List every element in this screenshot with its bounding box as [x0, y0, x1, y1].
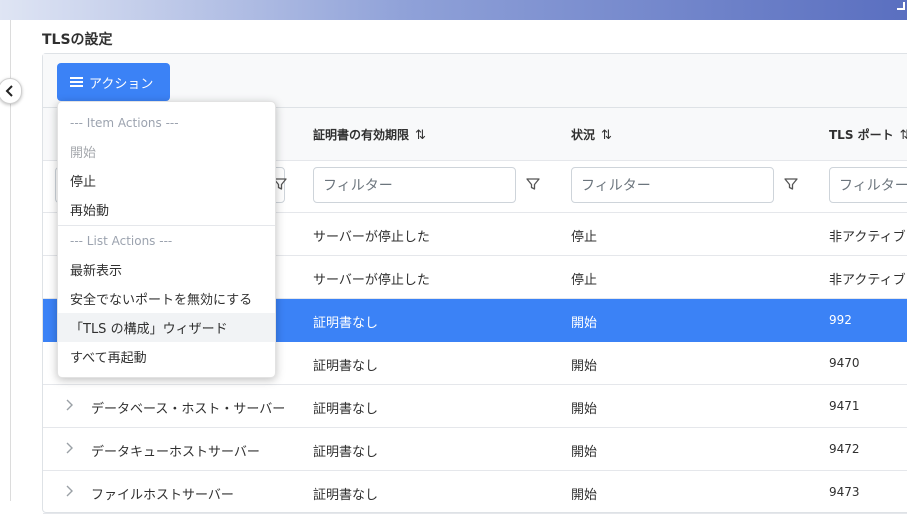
- menu-item-start: 開始: [70, 146, 97, 161]
- top-banner: [0, 0, 907, 20]
- sort-icon[interactable]: ⇅: [415, 128, 426, 143]
- status-cell: 停止: [571, 273, 598, 288]
- cert-cell: 証明書なし: [313, 402, 379, 417]
- cert-cell: 証明書なし: [313, 445, 379, 460]
- status-cell: 開始: [571, 445, 598, 460]
- item-actions-header: --- Item Actions ---: [70, 115, 179, 130]
- table-row[interactable]: データベース・ホスト・サーバー 証明書なし 開始 9471: [43, 385, 907, 428]
- filter-icon[interactable]: [526, 177, 540, 191]
- corner-icon: [897, 2, 905, 10]
- status-cell: 開始: [571, 402, 598, 417]
- port-cell: 992: [829, 313, 852, 327]
- name-cell: ファイルホストサーバー: [91, 488, 234, 503]
- name-cell: データベース・ホスト・サーバー: [91, 402, 286, 417]
- name-cell: データキューホストサーバー: [91, 445, 260, 460]
- menu-item-restart-all[interactable]: すべて再起動: [58, 342, 275, 371]
- sort-icon[interactable]: ⇅: [601, 128, 612, 143]
- chevron-left-icon: [5, 85, 13, 97]
- sort-icon[interactable]: ⇅: [900, 128, 907, 143]
- chevron-right-icon[interactable]: [64, 442, 74, 454]
- port-cell: 9472: [829, 442, 860, 456]
- list-actions-header: --- List Actions ---: [70, 233, 173, 248]
- menu-item-disable-insecure-ports[interactable]: 安全でないポートを無効にする: [58, 284, 275, 313]
- cert-cell: サーバーが停止した: [313, 230, 430, 245]
- actions-button[interactable]: アクション: [57, 63, 170, 101]
- status-cell: 停止: [571, 230, 598, 245]
- cert-cell: 証明書なし: [313, 359, 379, 374]
- port-cell: 9473: [829, 485, 860, 499]
- chevron-right-icon[interactable]: [64, 399, 74, 411]
- chevron-right-icon[interactable]: [64, 485, 74, 497]
- menu-item-refresh[interactable]: 最新表示: [58, 255, 275, 284]
- port-cell: 9470: [829, 356, 860, 370]
- port-cell: 非アクティブ: [829, 273, 906, 288]
- toolbar: アクション: [43, 54, 907, 108]
- port-cell: 非アクティブ: [829, 230, 906, 245]
- table-row[interactable]: データキューホストサーバー 証明書なし 開始 9472: [43, 428, 907, 471]
- cert-filter-input[interactable]: フィルター: [313, 167, 516, 203]
- column-label: TLS ポート: [829, 128, 894, 142]
- cert-cell: サーバーが停止した: [313, 273, 430, 288]
- collapse-sidebar-button[interactable]: [0, 78, 22, 104]
- column-label: 状況: [571, 128, 596, 142]
- status-cell: 開始: [571, 359, 598, 374]
- actions-button-label: アクション: [89, 76, 154, 92]
- port-filter-input[interactable]: フィルター: [829, 167, 907, 203]
- filter-icon[interactable]: [784, 177, 798, 191]
- cert-cell: 証明書なし: [313, 316, 379, 331]
- actions-dropdown-menu: --- Item Actions --- 開始 停止 再始動 --- List …: [57, 101, 276, 378]
- menu-item-tls-wizard[interactable]: 「TLS の構成」ウィザード: [58, 313, 275, 342]
- column-header-cert-expiry[interactable]: 証明書の有効期限 ⇅: [313, 126, 426, 143]
- status-cell: 開始: [571, 488, 598, 503]
- table-row[interactable]: ファイルホストサーバー 証明書なし 開始 9473: [43, 471, 907, 514]
- page-title: TLSの設定: [42, 32, 113, 48]
- cert-cell: 証明書なし: [313, 488, 379, 503]
- status-filter-input[interactable]: フィルター: [571, 167, 774, 203]
- hamburger-icon: [70, 77, 83, 87]
- column-label: 証明書の有効期限: [313, 128, 410, 142]
- column-header-status[interactable]: 状況 ⇅: [571, 126, 612, 143]
- port-cell: 9471: [829, 399, 860, 413]
- menu-item-stop[interactable]: 停止: [58, 166, 275, 195]
- column-header-tls-port[interactable]: TLS ポート ⇅: [829, 126, 907, 143]
- status-cell: 開始: [571, 316, 598, 331]
- menu-item-restart[interactable]: 再始動: [58, 195, 275, 224]
